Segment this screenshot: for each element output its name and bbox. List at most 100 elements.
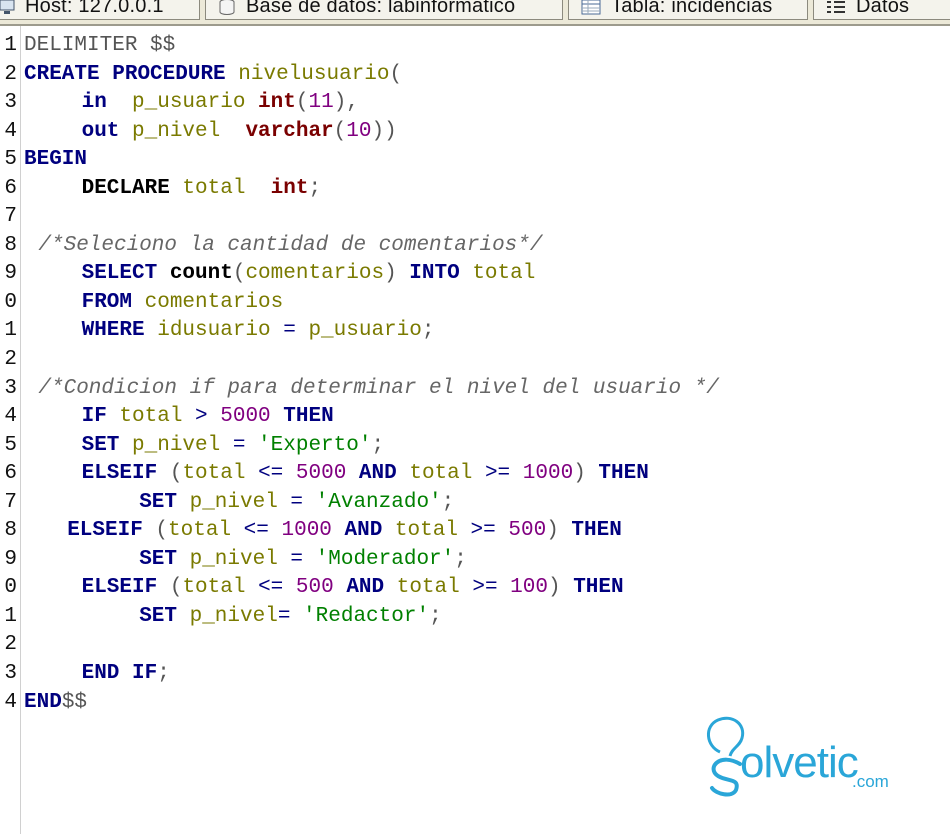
code-token: ;: [429, 604, 442, 628]
tab-data-label: Datos: [856, 0, 910, 17]
code-token: 5000: [220, 405, 271, 429]
code-text: in p_usuario int(11),: [82, 89, 359, 117]
code-token: THEN: [573, 576, 624, 600]
code-token: (: [157, 576, 183, 600]
line-number: 6: [4, 462, 17, 486]
code-token: <=: [258, 576, 284, 600]
code-token: p_nivel: [119, 119, 246, 143]
code-text: CREATE PROCEDURE nivelusuario(: [24, 61, 402, 89]
code-text: DELIMITER $$: [24, 32, 175, 60]
code-token: idusuario: [144, 319, 284, 343]
code-token: ELSEIF: [81, 462, 158, 486]
code-token: p_nivel: [177, 604, 278, 628]
line-number: 6: [4, 176, 17, 200]
code-token: 'Redactor': [303, 604, 430, 628]
code-token: =: [290, 490, 304, 514]
tab-table[interactable]: Tabla: incidencias: [568, 0, 808, 20]
line-number: 4: [4, 690, 17, 714]
tab-host[interactable]: Host: 127.0.0.1: [0, 0, 200, 20]
code-token: (: [333, 119, 347, 143]
code-token: ): [384, 262, 410, 286]
code-token: 500: [295, 576, 334, 600]
sql-editor[interactable]: 1 DELIMITER $$ 2 CREATE PROCEDURE nivelusua…: [0, 26, 950, 834]
code-token: 10: [346, 119, 372, 143]
code-token: SET: [139, 604, 177, 628]
line-number: 2: [4, 62, 17, 86]
code-token: >: [195, 405, 208, 429]
line-number: 3: [4, 91, 17, 115]
line-number: 9: [4, 547, 17, 571]
code-token: ;: [371, 433, 385, 457]
code-token: /*Seleciono la cantidad de comentarios*/: [38, 233, 543, 257]
code-token: FROM: [81, 290, 133, 314]
code-token: 500: [508, 519, 547, 543]
line-number: 5: [4, 148, 17, 172]
code-token: total: [168, 519, 244, 543]
code-token: ): [546, 519, 572, 543]
code-token: =: [232, 433, 246, 457]
code-token: ): [573, 462, 599, 486]
line-number: 3: [4, 662, 17, 686]
code-text: SET p_nivel = 'Avanzado';: [139, 489, 454, 517]
code-token: =: [277, 604, 291, 628]
code-token: total: [382, 519, 471, 543]
code-text: ELSEIF (total <= 500 AND total >= 100) T…: [82, 574, 624, 602]
code-token: AND: [358, 462, 397, 486]
code-token: out: [81, 119, 120, 143]
code-token: comentarios: [245, 262, 385, 286]
code-token: total: [384, 576, 473, 600]
code-token: 5000: [295, 462, 347, 486]
line-number: 2: [4, 633, 17, 657]
code-token: 'Avanzado': [315, 490, 442, 514]
code-token: =: [283, 319, 296, 343]
code-token: ;: [157, 662, 170, 686]
code-token: /*Condicion if para determinar el nivel …: [38, 376, 719, 400]
code-token: $$: [61, 690, 88, 714]
line-number: 8: [4, 519, 17, 543]
tab-table-label: Tabla: incidencias: [611, 0, 773, 17]
code-token: SET: [139, 490, 177, 514]
tab-data[interactable]: Datos: [813, 0, 950, 20]
code-text: END IF;: [82, 660, 170, 688]
code-text: ELSEIF (total <= 5000 AND total >= 1000)…: [82, 460, 649, 488]
code-text: FROM comentarios: [82, 289, 284, 317]
line-number: 7: [4, 490, 17, 514]
code-text: BEGIN: [24, 146, 87, 174]
code-token: (: [389, 62, 403, 86]
code-token: SET: [139, 547, 177, 571]
line-number: 3: [4, 376, 17, 400]
code-token: (: [142, 519, 169, 543]
code-token: p_nivel: [119, 433, 233, 457]
code-token: 'Moderador': [315, 547, 455, 571]
host-icon: [0, 0, 15, 15]
code-token: total: [106, 405, 196, 429]
line-number: 4: [4, 405, 17, 429]
code-token: varchar: [245, 119, 334, 143]
code-token: comentarios: [132, 290, 284, 314]
code-text: /*Seleciono la cantidad de comentarios*/: [38, 232, 542, 260]
code-text: IF total > 5000 THEN: [82, 403, 334, 431]
code-token: int: [258, 91, 296, 115]
code-text: SELECT count(comentarios) INTO total: [82, 260, 536, 288]
code-token: SELECT: [81, 262, 158, 286]
code-token: <=: [243, 519, 269, 543]
tab-database[interactable]: Base de datos: labinformatico: [205, 0, 563, 20]
code-text: out p_nivel varchar(10)): [82, 118, 397, 146]
code-text: /*Condicion if para determinar el nivel …: [38, 375, 719, 403]
code-token: in: [81, 91, 107, 115]
code-token: (: [157, 462, 183, 486]
line-number: 1: [4, 34, 17, 57]
code-token: p_usuario: [106, 91, 259, 115]
code-token: ): [547, 576, 574, 600]
code-token: >=: [484, 462, 511, 486]
code-token: )): [371, 119, 397, 143]
code-token: total: [182, 462, 259, 486]
solvetic-domain: .com: [852, 772, 889, 791]
